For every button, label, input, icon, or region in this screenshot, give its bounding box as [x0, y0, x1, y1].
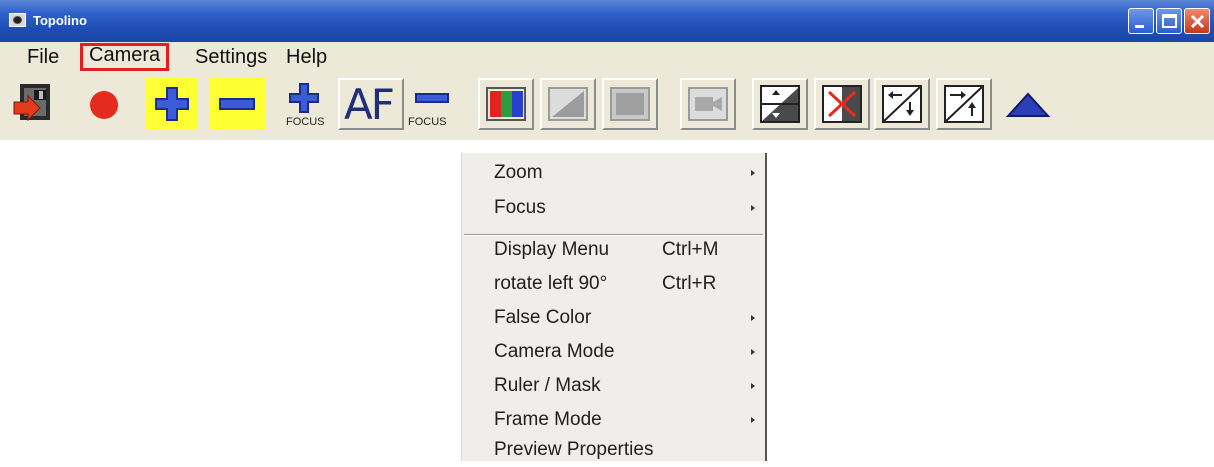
menu-item-label: Preview Properties [494, 439, 654, 460]
close-icon [1190, 14, 1205, 29]
toolbar: FOCUS AF FOCUS [0, 72, 1214, 140]
menu-item-shortcut: Ctrl+M [662, 239, 719, 260]
submenu-arrow-icon [751, 315, 755, 321]
menu-item-rotate-left[interactable]: rotate left 90° Ctrl+R [462, 267, 765, 301]
menu-item-label: Focus [494, 197, 546, 218]
minimize-button[interactable] [1128, 8, 1154, 34]
menu-item-label: Display Menu [494, 239, 610, 260]
flip-vertical-icon [760, 85, 800, 123]
zoom-in-button[interactable] [146, 78, 198, 130]
submenu-arrow-icon [751, 205, 755, 211]
menu-item-camera-mode[interactable]: Camera Mode [462, 335, 765, 369]
record-button[interactable] [76, 78, 128, 130]
menu-item-label: Camera Mode [494, 341, 615, 362]
zoom-in-plus-icon [155, 87, 189, 121]
rotate-left-button[interactable] [874, 78, 930, 130]
menu-item-frame-mode[interactable]: Frame Mode [462, 403, 765, 437]
record-dot-icon [90, 91, 118, 119]
rotate-right-icon [944, 85, 984, 123]
false-color-button[interactable] [478, 78, 534, 130]
exit-button[interactable] [10, 78, 62, 130]
menu-item-label: Zoom [494, 162, 543, 183]
submenu-arrow-icon [751, 383, 755, 389]
mirror-cross-icon [822, 85, 862, 123]
maximize-icon [1162, 14, 1177, 28]
gray-mode-button[interactable] [602, 78, 658, 130]
eject-triangle-icon [1005, 92, 1051, 117]
zoom-out-button[interactable] [210, 78, 266, 130]
zoom-out-minus-icon [219, 98, 255, 110]
close-button[interactable] [1184, 8, 1210, 34]
title-bar: Topolino [0, 0, 1214, 42]
maximize-button[interactable] [1156, 8, 1182, 34]
eject-button[interactable] [1000, 78, 1056, 130]
rotate-right-button[interactable] [936, 78, 992, 130]
color-bars-icon [486, 87, 526, 121]
autofocus-icon: AF [344, 80, 395, 129]
exit-door-icon [13, 84, 50, 122]
focus-plus-label: FOCUS [286, 116, 325, 128]
gradient-button[interactable] [540, 78, 596, 130]
gradient-icon [548, 87, 588, 121]
menu-help[interactable]: Help [280, 45, 333, 69]
video-button[interactable] [680, 78, 736, 130]
menu-item-label: False Color [494, 307, 592, 328]
menu-item-label: Ruler / Mask [494, 375, 601, 396]
menu-item-label: Frame Mode [494, 409, 602, 430]
mirror-button[interactable] [814, 78, 870, 130]
focus-minus-button[interactable]: FOCUS [404, 78, 460, 130]
menu-item-false-color[interactable]: False Color [462, 301, 765, 335]
camera-eye-icon[interactable] [9, 13, 26, 27]
video-camera-icon [688, 87, 728, 121]
rotate-left-icon [882, 85, 922, 123]
window-title: Topolino [33, 13, 87, 28]
menu-settings[interactable]: Settings [189, 45, 273, 69]
gray-square-icon [610, 87, 650, 121]
camera-menu-dropdown: Zoom Focus Display Menu Ctrl+M rotate le… [461, 153, 767, 461]
menu-item-ruler-mask[interactable]: Ruler / Mask [462, 369, 765, 403]
menu-item-display-menu[interactable]: Display Menu Ctrl+M [462, 233, 765, 267]
menu-bar: File Camera Settings Help [0, 42, 1214, 72]
menu-file[interactable]: File [21, 45, 65, 69]
menu-item-label: rotate left 90° [494, 273, 608, 294]
focus-minus-label: FOCUS [408, 116, 447, 128]
flip-vertical-button[interactable] [752, 78, 808, 130]
submenu-arrow-icon [751, 349, 755, 355]
menu-item-focus[interactable]: Focus [462, 191, 765, 225]
minimize-icon [1135, 25, 1144, 28]
menu-item-shortcut: Ctrl+R [662, 273, 717, 294]
menu-camera[interactable]: Camera [80, 43, 170, 71]
menu-item-preview-properties[interactable]: Preview Properties [462, 433, 765, 467]
focus-plus-button[interactable]: FOCUS [282, 78, 336, 130]
menu-item-zoom[interactable]: Zoom [462, 156, 765, 190]
submenu-arrow-icon [751, 170, 755, 176]
submenu-arrow-icon [751, 417, 755, 423]
autofocus-button[interactable]: AF [338, 78, 404, 130]
